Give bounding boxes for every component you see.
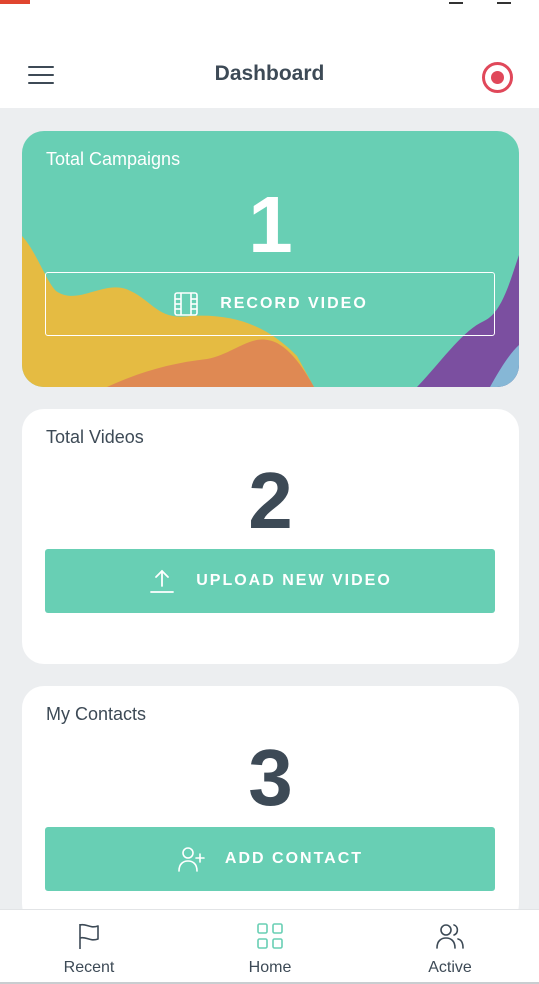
total-videos-label: Total Videos <box>46 427 144 447</box>
film-icon <box>174 292 199 316</box>
my-contacts-value: 3 <box>248 733 293 822</box>
my-contacts-card: My Contacts 3 ADD CONTACT <box>22 686 519 926</box>
bottom-navigation: Recent Home Active <box>0 909 539 984</box>
battery-icon <box>449 0 463 4</box>
nav-active[interactable]: Active <box>385 910 515 984</box>
record-video-label: RECORD VIDEO <box>220 295 368 312</box>
total-videos-value: 2 <box>248 456 293 545</box>
total-videos-card: Total Videos 2 UPLOAD NEW VIDEO <box>22 409 519 664</box>
my-contacts-label: My Contacts <box>46 704 147 724</box>
add-user-icon <box>178 847 205 872</box>
grid-icon <box>257 923 283 949</box>
upload-new-video-label: UPLOAD NEW VIDEO <box>196 572 392 589</box>
users-icon <box>436 924 464 949</box>
status-left <box>0 0 30 4</box>
upload-new-video-button[interactable]: UPLOAD NEW VIDEO <box>45 549 495 613</box>
nav-recent-label: Recent <box>63 959 115 976</box>
nav-recent[interactable]: Recent <box>24 910 154 984</box>
nav-home[interactable]: Home <box>205 910 335 984</box>
notification-icon <box>0 0 30 4</box>
app-bar: Dashboard <box>0 34 539 108</box>
add-contact-button[interactable]: ADD CONTACT <box>45 827 495 891</box>
add-contact-label: ADD CONTACT <box>224 850 364 867</box>
nav-home-label: Home <box>248 959 292 976</box>
upload-icon <box>150 569 175 593</box>
total-campaigns-label: Total Campaigns <box>46 149 181 169</box>
record-icon[interactable] <box>482 62 513 93</box>
total-campaigns-card: Total Campaigns 1 RECORD VIDEO <box>22 131 519 387</box>
signal-icon <box>497 0 511 4</box>
nav-active-label: Active <box>428 959 472 976</box>
flag-icon <box>79 923 99 949</box>
status-right <box>449 0 511 4</box>
status-bar <box>0 0 539 34</box>
record-video-button[interactable]: RECORD VIDEO <box>45 272 495 336</box>
total-campaigns-value: 1 <box>248 180 293 269</box>
page-title: Dashboard <box>214 62 325 85</box>
